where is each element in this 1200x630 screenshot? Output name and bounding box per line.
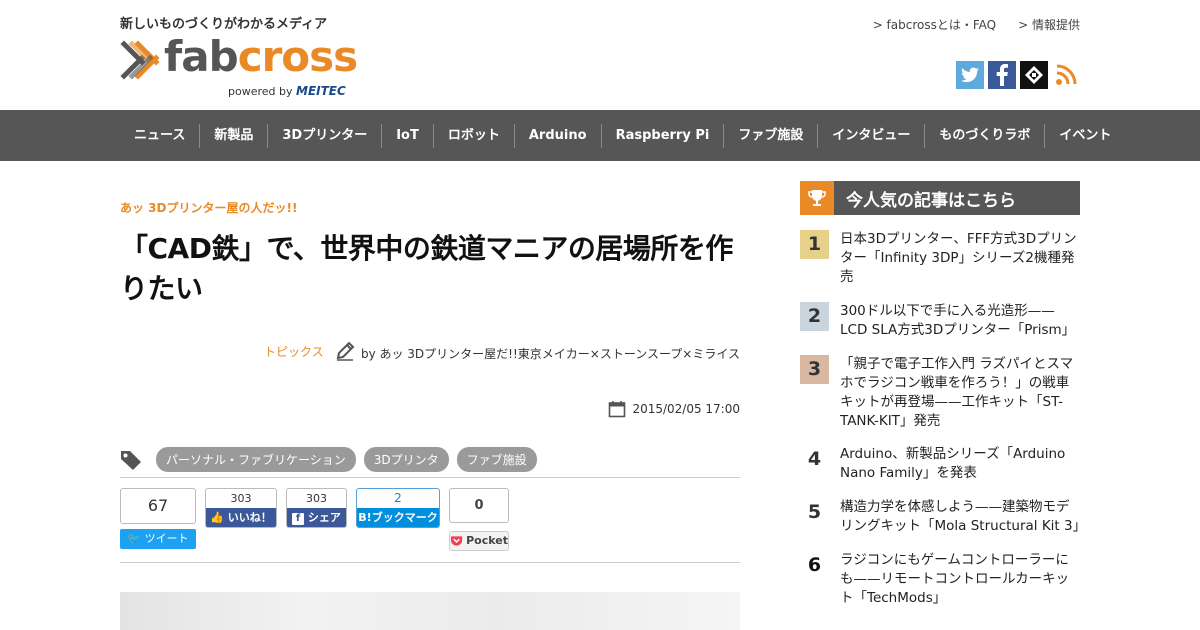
pocket-label: Pocket xyxy=(466,534,508,547)
rank-number: 5 xyxy=(807,501,822,523)
social-links xyxy=(956,61,1080,89)
nav-item-arduino[interactable]: Arduino xyxy=(513,123,601,148)
fb-like-button[interactable]: 303 👍 いいね！ xyxy=(205,488,277,528)
hatena-bookmark-button[interactable]: 2 B!ブックマーク xyxy=(356,488,440,528)
fb-share-label: シェア xyxy=(307,511,341,524)
popular-articles-heading: 今人気の記事はこちら xyxy=(800,181,1080,215)
tweet-button[interactable]: 🐦 ツイート xyxy=(120,529,196,549)
rank-title[interactable]: ラジコンにもゲームコントローラーにも——リモートコントロールカーキット「Tech… xyxy=(840,551,1080,608)
facebook-icon: f xyxy=(292,513,305,525)
tag-fab-facility[interactable]: ファブ施設 xyxy=(456,447,537,472)
rank-number: 6 xyxy=(807,554,822,576)
rss-icon[interactable] xyxy=(1052,61,1080,89)
nav-item-event[interactable]: イベント xyxy=(1044,123,1125,148)
article-hero-image xyxy=(120,592,740,630)
pocket-count: 0 xyxy=(449,488,509,523)
fb-like-count: 303 xyxy=(230,492,252,505)
rank-title[interactable]: 日本3Dプリンター、FFF方式3Dプリンター「Infinity 3DP」シリーズ… xyxy=(840,230,1080,287)
link-about-faq[interactable]: > fabcrossとは・FAQ xyxy=(873,16,996,33)
article-date: 2015/02/05 17:00 xyxy=(632,402,740,416)
popular-articles-title: 今人気の記事はこちら xyxy=(846,191,1016,211)
article-kicker[interactable]: あッ 3Dプリンター屋の人だッ!! xyxy=(120,199,297,216)
article-title: 「CAD鉄」で、世界中の鉄道マニアの居場所を作りたい xyxy=(120,232,733,305)
site-header: 新しいものづくりがわかるメディア fabcross powered by MEI… xyxy=(0,0,1200,110)
main-nav: ニュース 新製品 3Dプリンター IoT ロボット Arduino Raspbe… xyxy=(0,110,1200,161)
tag-3d-printer[interactable]: 3Dプリンタ xyxy=(363,447,449,472)
logo-fab: fab xyxy=(164,32,239,81)
rank-number: 3 xyxy=(800,355,829,384)
powered-by: powered by MEITEC xyxy=(228,84,346,98)
article-meta: トピックス by あッ 3Dプリンター屋だ!!東京メイカー×ストーンスープ×ミラ… xyxy=(120,340,740,362)
tweet-label: ツイート xyxy=(144,532,189,545)
nav-item-new-products[interactable]: 新製品 xyxy=(199,123,267,148)
nav-item-interview[interactable]: インタビュー xyxy=(817,123,924,148)
pocket-button[interactable]: Pocket xyxy=(449,531,509,551)
logo-wordmark: fabcross xyxy=(164,32,358,81)
rank-title[interactable]: Arduino、新製品シリーズ「Arduino Nano Family」を発表 xyxy=(840,445,1080,483)
article-date-row: 2015/02/05 17:00 xyxy=(120,400,740,422)
nav-item-fab-facility[interactable]: ファブ施設 xyxy=(723,123,817,148)
rank-title[interactable]: 300ドル以下で手に入る光造形——LCD SLA方式3Dプリンター「Prism」 xyxy=(840,302,1080,340)
site-tagline: 新しいものづくりがわかるメディア xyxy=(120,17,328,32)
rank-number: 2 xyxy=(800,302,829,331)
twitter-icon: 🐦 xyxy=(127,532,142,545)
nav-item-3d-printer[interactable]: 3Dプリンター xyxy=(267,123,381,148)
logo-cross: cross xyxy=(237,32,358,81)
facebook-icon[interactable] xyxy=(988,61,1016,89)
pocket-icon xyxy=(450,536,463,546)
rank-number: 1 xyxy=(800,230,829,259)
share-buttons: 67 🐦 ツイート 303 👍 いいね！ 303 f シェア 2 B!ブックマー… xyxy=(120,488,740,563)
nav-item-news[interactable]: ニュース xyxy=(120,124,199,148)
rank-number: 4 xyxy=(807,448,822,470)
nav-item-monozukuri-lab[interactable]: ものづくりラボ xyxy=(924,123,1044,148)
fb-like-label: いいね！ xyxy=(227,511,272,524)
thumbs-up-icon: 👍 xyxy=(210,511,224,524)
fb-share-button[interactable]: 303 f シェア xyxy=(286,488,347,528)
top-links: > fabcrossとは・FAQ > 情報提供 xyxy=(873,16,1080,33)
trophy-icon xyxy=(800,181,834,215)
tag-icon xyxy=(121,450,141,470)
nav-item-iot[interactable]: IoT xyxy=(381,123,433,148)
nav-item-raspberry-pi[interactable]: Raspberry Pi xyxy=(600,123,724,148)
powered-by-brand: MEITEC xyxy=(296,84,346,98)
fb-share-count: 303 xyxy=(306,492,327,505)
fabcross-icon[interactable] xyxy=(1020,61,1048,89)
calendar-icon xyxy=(609,401,626,418)
tag-personal-fabrication[interactable]: パーソナル・ファブリケーション xyxy=(156,447,356,472)
site-logo[interactable]: fabcross powered by MEITEC xyxy=(120,32,365,102)
author-name: by あッ 3Dプリンター屋だ!!東京メイカー×ストーンスープ×ミライス xyxy=(360,346,740,361)
hatena-label: B!ブックマーク xyxy=(357,508,439,527)
link-submit-info[interactable]: > 情報提供 xyxy=(1018,16,1080,33)
tweet-count: 67 xyxy=(120,488,196,524)
rank-title[interactable]: 「親子で電子工作入門 ラズパイとスマホでラジコン戦車を作ろう！」の戦車キットが再… xyxy=(840,355,1080,431)
article-tags: パーソナル・ファブリケーション 3Dプリンタ ファブ施設 xyxy=(120,447,740,478)
article-category[interactable]: トピックス xyxy=(264,343,324,360)
nav-item-robot[interactable]: ロボット xyxy=(432,123,514,148)
powered-by-text: powered by xyxy=(228,85,293,98)
hatena-count: 2 xyxy=(394,491,402,505)
article-author: by あッ 3Dプリンター屋だ!!東京メイカー×ストーンスープ×ミライス xyxy=(335,341,740,363)
logo-mark-icon xyxy=(120,40,160,80)
rank-title[interactable]: 構造力学を体感しよう——建築物モデリングキット「Mola Structural … xyxy=(840,498,1086,536)
pencil-icon xyxy=(336,341,355,361)
twitter-icon[interactable] xyxy=(956,61,984,89)
